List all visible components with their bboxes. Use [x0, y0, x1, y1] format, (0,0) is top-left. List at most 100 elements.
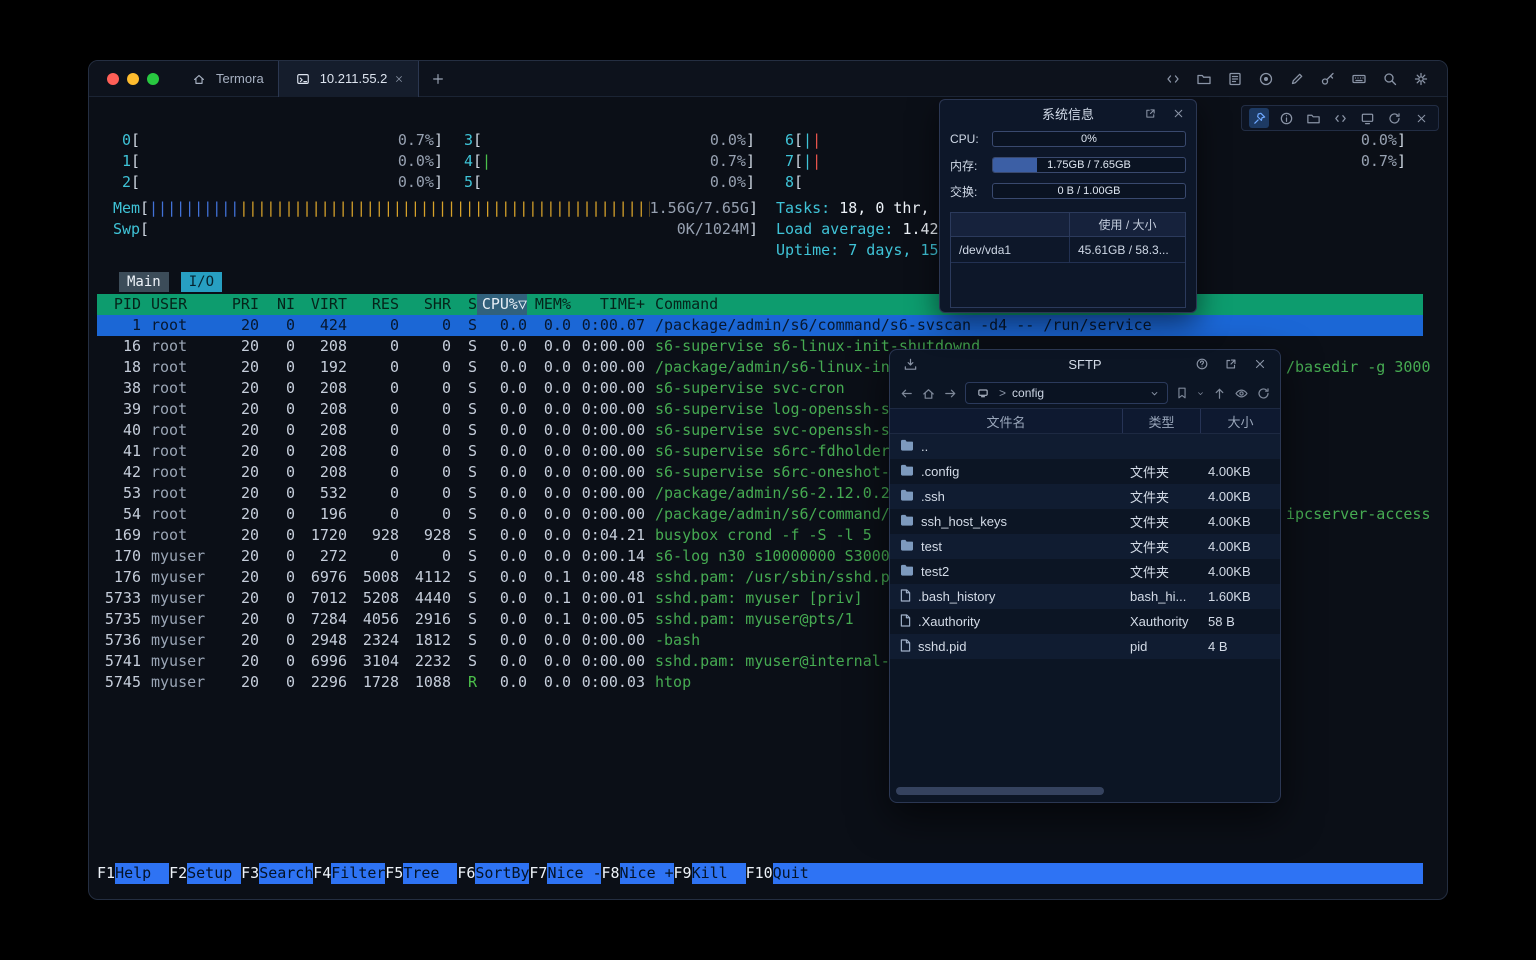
record-icon[interactable]: [1256, 69, 1276, 89]
process-row[interactable]: 1root20042400S0.00.00:00.07/package/admi…: [97, 315, 1423, 336]
column-header: 使用 / 大小: [1069, 213, 1185, 236]
up-icon[interactable]: [1212, 386, 1227, 401]
home-icon[interactable]: [921, 386, 936, 401]
refresh-icon[interactable]: [1256, 386, 1271, 401]
file-size: 4 B: [1200, 639, 1280, 654]
file-row[interactable]: ssh_host_keys 文件夹 4.00KB: [890, 509, 1280, 534]
cpu-meter: 4|0.7%: [455, 151, 755, 172]
edit-icon[interactable]: [1287, 69, 1307, 89]
function-key[interactable]: F8Nice +: [601, 863, 673, 884]
file-type: Xauthority: [1122, 614, 1200, 629]
file-row[interactable]: .config 文件夹 4.00KB: [890, 459, 1280, 484]
close-icon[interactable]: [1168, 103, 1188, 123]
detach-icon[interactable]: [1221, 354, 1241, 374]
settings-icon[interactable]: [1411, 69, 1431, 89]
file-size: 4.00KB: [1200, 564, 1280, 579]
app-window: Termora 10.211.55.2 00.7%10.0%20.0% 30.0…: [88, 60, 1448, 900]
close-icon[interactable]: [1411, 108, 1431, 128]
keyboard-icon[interactable]: [1349, 69, 1369, 89]
bookmark-icon[interactable]: [1175, 386, 1189, 400]
file-icon: [900, 589, 911, 605]
close-icon[interactable]: [1250, 354, 1270, 374]
path-breadcrumb[interactable]: > config: [965, 382, 1168, 404]
sftp-title: SFTP: [1068, 357, 1101, 372]
detach-icon[interactable]: [1140, 103, 1160, 123]
folder-icon[interactable]: [1303, 108, 1323, 128]
screen-tab[interactable]: I/O: [181, 272, 222, 292]
function-key[interactable]: F7Nice -: [529, 863, 601, 884]
file-size: 4.00KB: [1200, 489, 1280, 504]
function-key[interactable]: F5Tree: [385, 863, 457, 884]
function-key[interactable]: F4Filter: [313, 863, 385, 884]
titlebar: Termora 10.211.55.2: [89, 61, 1447, 97]
forward-icon[interactable]: [943, 386, 958, 401]
path-segment[interactable]: config: [1012, 386, 1044, 400]
column-header: [951, 213, 1069, 236]
function-key[interactable]: F9Kill: [674, 863, 746, 884]
code-icon[interactable]: [1330, 108, 1350, 128]
tab-close-icon[interactable]: [394, 74, 404, 84]
function-key[interactable]: F3Search: [241, 863, 313, 884]
file-row[interactable]: test2 文件夹 4.00KB: [890, 559, 1280, 584]
zoom-window-button[interactable]: [147, 73, 159, 85]
file-row[interactable]: .Xauthority Xauthority 58 B: [890, 609, 1280, 634]
file-list: .. .config 文件夹 4.00KB: [890, 434, 1280, 784]
overlay-toolbar: [1241, 105, 1439, 131]
chevron-down-icon[interactable]: [1149, 388, 1160, 399]
sysinfo-stats: CPU:0%内存:1.75GB / 7.65GB交换:0 B / 1.00GB: [940, 126, 1196, 204]
monitor-icon[interactable]: [1357, 108, 1377, 128]
process-table-header[interactable]: PIDUSERPRINIVIRTRESSHRSCPU%▽MEM%TIME+Com…: [97, 294, 1423, 315]
tab-label: 10.211.55.2: [320, 71, 388, 86]
column-header-size[interactable]: 大小: [1200, 409, 1280, 433]
swap-meter: Swp0K/1024M: [113, 219, 758, 240]
screen-tab[interactable]: Main: [119, 272, 169, 292]
transfers-icon[interactable]: [900, 354, 920, 374]
folder-icon[interactable]: [1194, 69, 1214, 89]
new-tab-button[interactable]: [419, 72, 457, 86]
column-header-name[interactable]: 文件名: [890, 409, 1122, 433]
help-icon[interactable]: [1192, 354, 1212, 374]
search-icon[interactable]: [1380, 69, 1400, 89]
summary-line: Uptime: 7 days, 15:3: [776, 240, 957, 261]
file-row[interactable]: .ssh 文件夹 4.00KB: [890, 484, 1280, 509]
tab-label: Termora: [216, 71, 264, 86]
folder-icon: [900, 514, 914, 529]
file-type: pid: [1122, 639, 1200, 654]
caret-down-icon[interactable]: [1196, 389, 1205, 398]
function-key[interactable]: F2Setup: [169, 863, 241, 884]
titlebar-toolbar: [1163, 69, 1447, 89]
code-icon[interactable]: [1163, 69, 1183, 89]
key-icon[interactable]: [1318, 69, 1338, 89]
info-icon[interactable]: [1276, 108, 1296, 128]
file-row[interactable]: test 文件夹 4.00KB: [890, 534, 1280, 559]
minimize-window-button[interactable]: [127, 73, 139, 85]
command-overflow-fragment: /basedir -g 3000: [1286, 357, 1431, 378]
filesystem-row[interactable]: /dev/vda145.61GB / 58.3...: [951, 237, 1185, 263]
column-header-type[interactable]: 类型: [1122, 409, 1200, 433]
file-row[interactable]: sshd.pid pid 4 B: [890, 634, 1280, 659]
tab-host[interactable]: 10.211.55.2: [278, 61, 420, 97]
sftp-toolbar: > config: [890, 378, 1280, 408]
file-type: 文件夹: [1122, 487, 1200, 506]
function-key[interactable]: F1Help: [97, 863, 169, 884]
pin-icon[interactable]: [1249, 108, 1269, 128]
file-size: 4.00KB: [1200, 514, 1280, 529]
eye-icon[interactable]: [1234, 386, 1249, 401]
function-key[interactable]: F6SortBy: [457, 863, 529, 884]
refresh-icon[interactable]: [1384, 108, 1404, 128]
folder-icon: [900, 564, 914, 579]
file-size: 4.00KB: [1200, 539, 1280, 554]
log-icon[interactable]: [1225, 69, 1245, 89]
file-row[interactable]: .bash_history bash_hi... 1.60KB: [890, 584, 1280, 609]
function-key[interactable]: F10Quit: [746, 863, 827, 884]
close-window-button[interactable]: [107, 73, 119, 85]
scrollbar-thumb[interactable]: [896, 787, 1104, 795]
file-row[interactable]: ..: [890, 434, 1280, 459]
cpu-meter: 20.0%: [113, 172, 443, 193]
folder-icon: [900, 464, 914, 479]
path-separator: >: [999, 386, 1006, 400]
terminal-icon: [293, 69, 313, 89]
tab-termora[interactable]: Termora: [175, 61, 278, 97]
horizontal-scrollbar[interactable]: [896, 786, 1274, 796]
back-icon[interactable]: [899, 386, 914, 401]
